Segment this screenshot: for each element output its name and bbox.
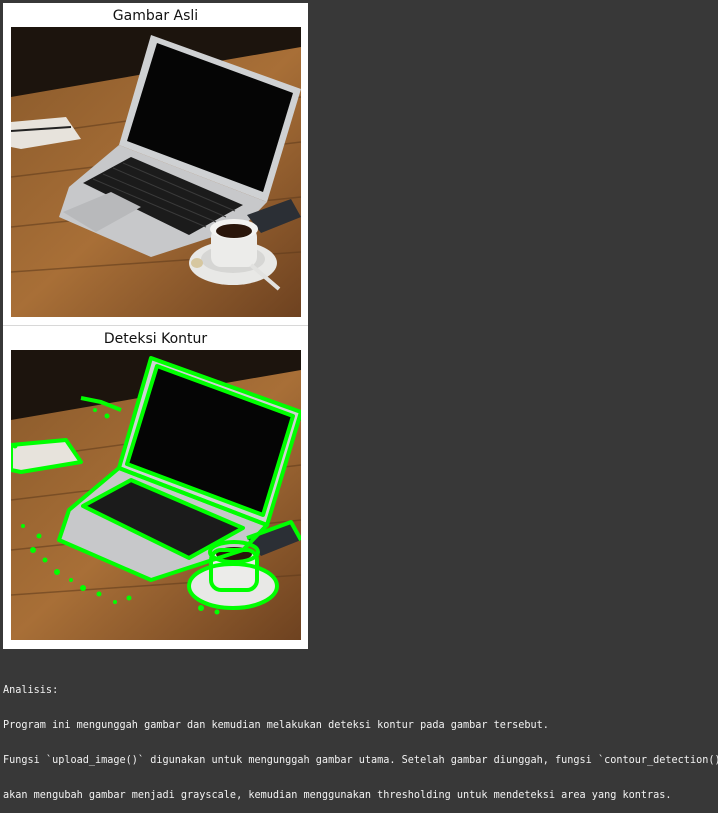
- output-line: Analisis:: [3, 685, 59, 697]
- analysis-output: Analisis: Program ini mengunggah gambar …: [3, 662, 718, 813]
- contour-photo: [11, 350, 301, 640]
- subplot-original: Gambar Asli: [3, 3, 308, 326]
- contour-image: [11, 350, 301, 640]
- subplot-title-contour: Deteksi Kontur: [103, 331, 208, 347]
- subplot-contour: Deteksi Kontur: [3, 326, 308, 649]
- laptop-photo: [11, 27, 301, 317]
- original-image: [11, 27, 301, 317]
- output-line: akan mengubah gambar menjadi grayscale, …: [3, 789, 672, 801]
- output-line: Fungsi `upload_image()` digunakan untuk …: [3, 754, 718, 766]
- matplotlib-figure: Gambar Asli Deteksi Kontur: [3, 3, 308, 649]
- subplot-title-original: Gambar Asli: [112, 8, 199, 24]
